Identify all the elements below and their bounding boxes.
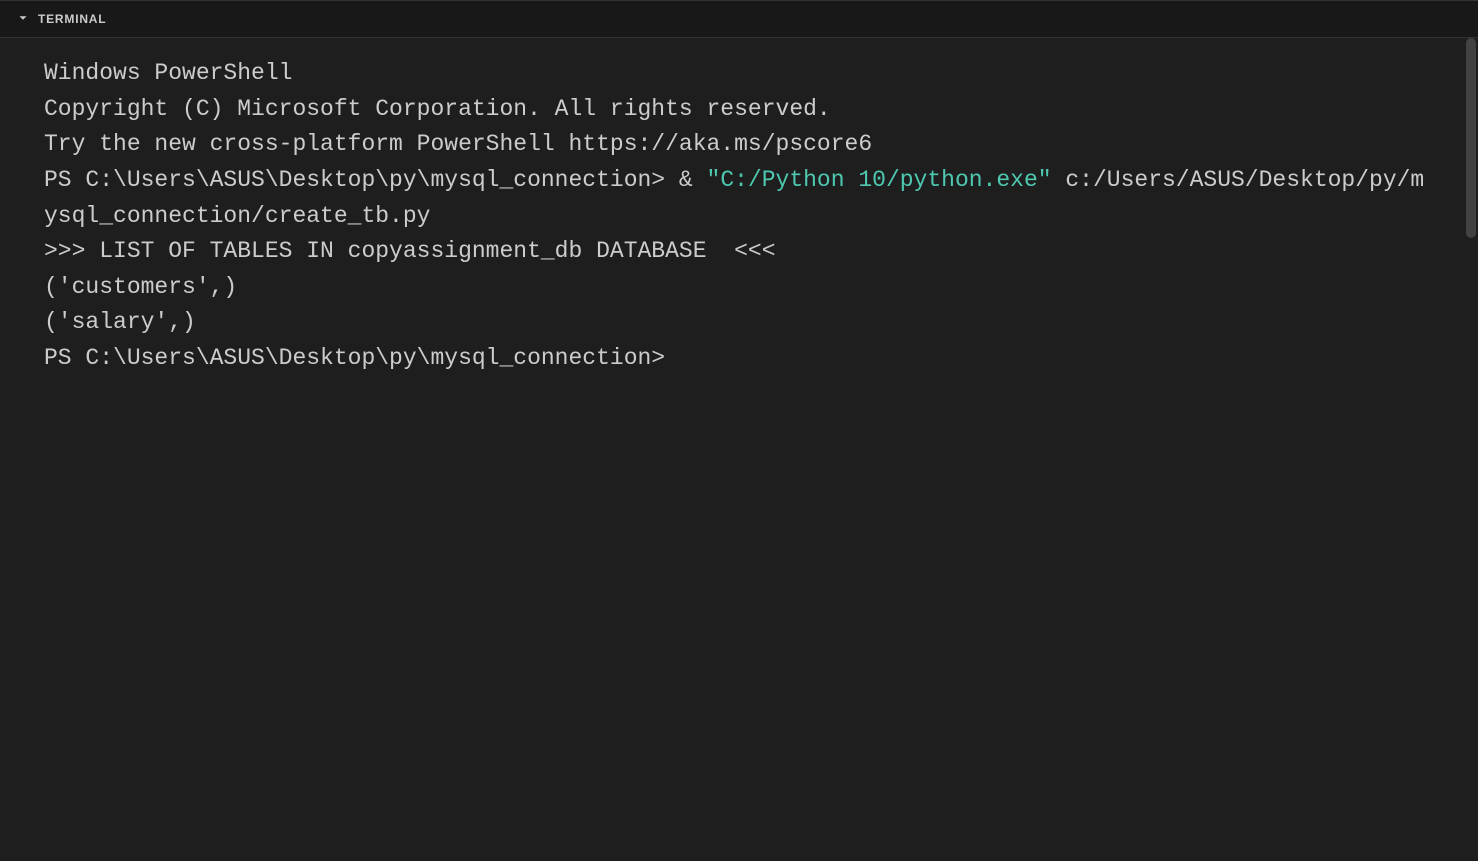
terminal-output-row: ('customers',) (44, 270, 1438, 306)
terminal-prompt-line: PS C:\Users\ASUS\Desktop\py\mysql_connec… (44, 163, 1438, 234)
panel-title: TERMINAL (38, 12, 106, 26)
terminal-scrollbar[interactable] (1464, 38, 1478, 861)
terminal-output[interactable]: Windows PowerShellCopyright (C) Microsof… (0, 38, 1478, 861)
terminal-output-row: ('salary',) (44, 305, 1438, 341)
terminal-panel-header[interactable]: TERMINAL (0, 0, 1478, 38)
command-highlight: "C:/Python 10/python.exe" (707, 167, 1052, 193)
terminal-output-header: >>> LIST OF TABLES IN copyassignment_db … (44, 234, 1438, 270)
terminal-prompt: PS C:\Users\ASUS\Desktop\py\mysql_connec… (44, 341, 1438, 377)
prompt-prefix: PS C:\Users\ASUS\Desktop\py\mysql_connec… (44, 167, 707, 193)
chevron-down-icon (16, 11, 32, 27)
scrollbar-thumb[interactable] (1466, 38, 1476, 238)
terminal-line: Windows PowerShell (44, 56, 1438, 92)
terminal-line: Try the new cross-platform PowerShell ht… (44, 127, 1438, 163)
terminal-line: Copyright (C) Microsoft Corporation. All… (44, 92, 1438, 128)
